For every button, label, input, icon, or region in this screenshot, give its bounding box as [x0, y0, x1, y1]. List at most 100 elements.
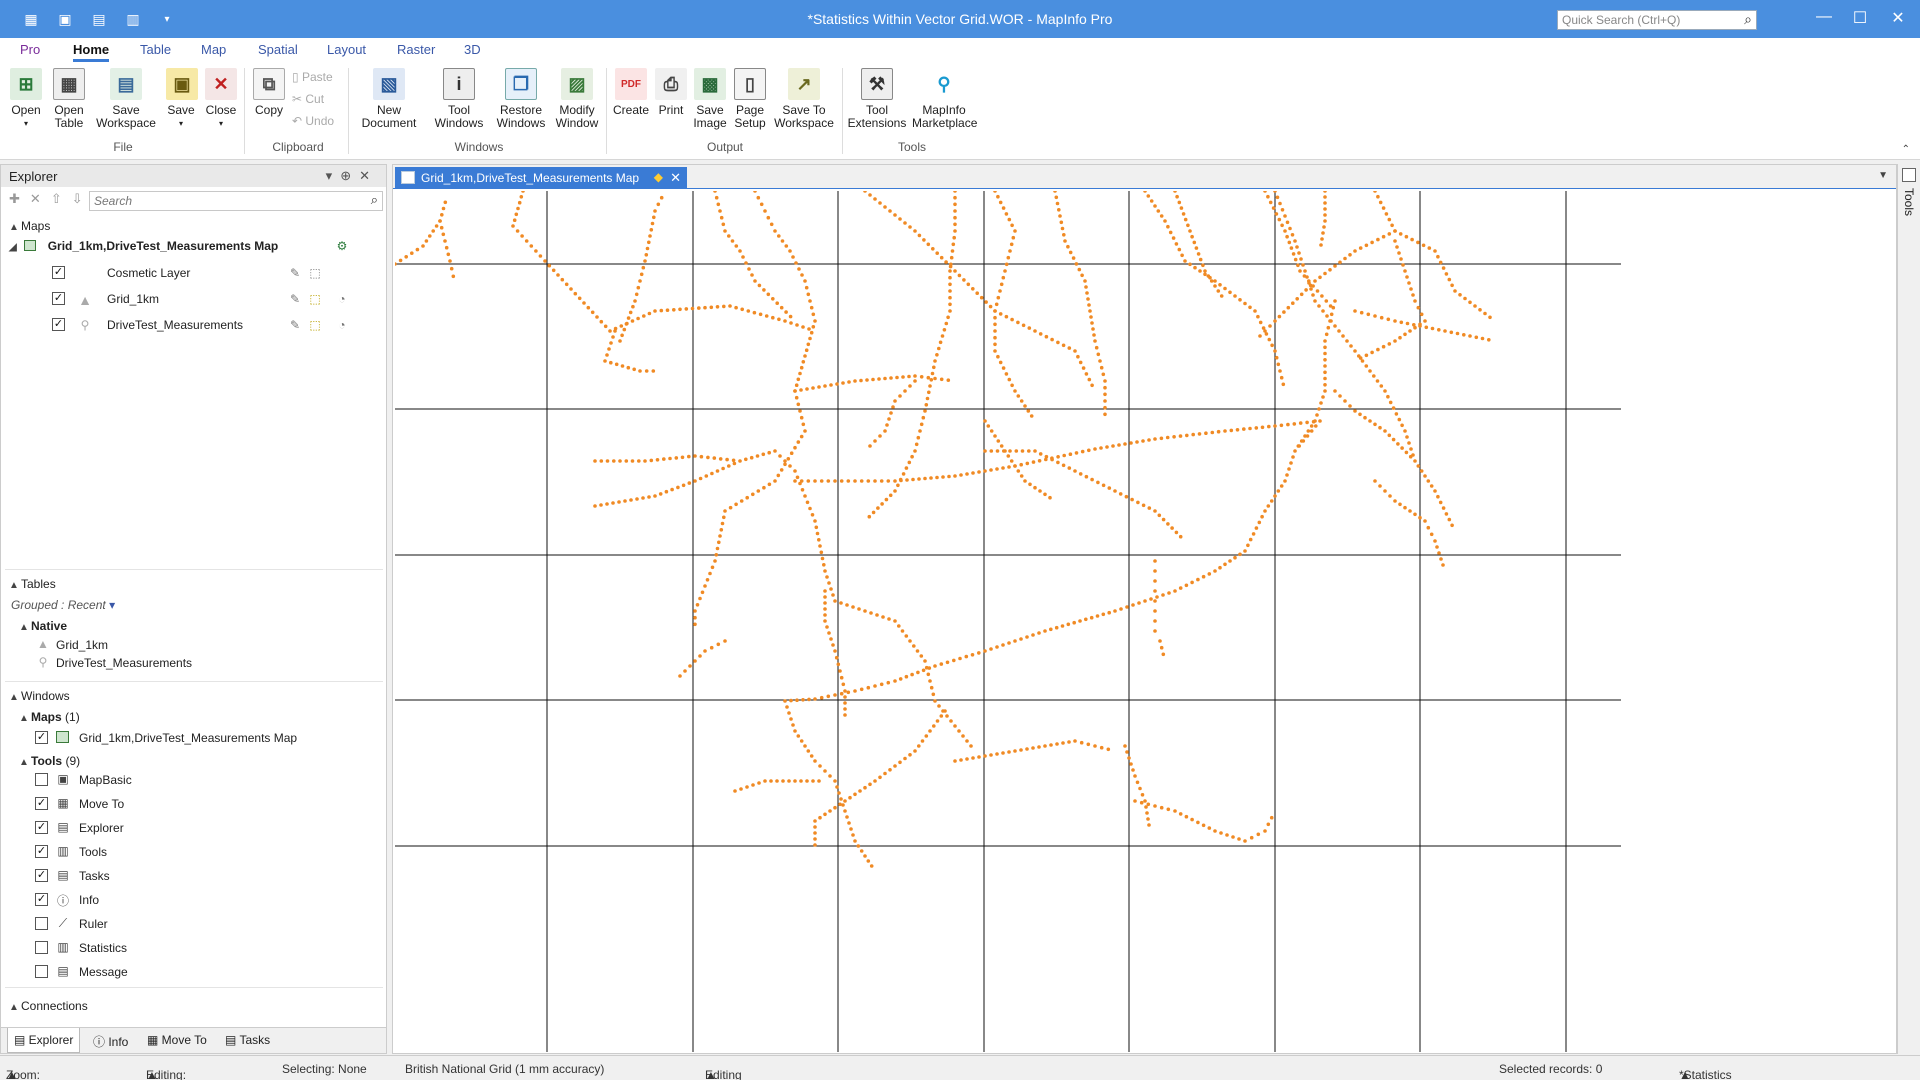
- measurement-point[interactable]: [1273, 424, 1277, 428]
- measurement-point[interactable]: [916, 670, 920, 675]
- measurement-point[interactable]: [1408, 329, 1412, 333]
- measurement-point[interactable]: [883, 771, 887, 776]
- measurement-point[interactable]: [1323, 201, 1327, 205]
- selectable-icon[interactable]: ⬚: [307, 292, 323, 306]
- measurement-point[interactable]: [952, 658, 956, 663]
- measurement-point[interactable]: [959, 473, 963, 477]
- measurement-point[interactable]: [1311, 293, 1315, 297]
- measurement-point[interactable]: [1393, 499, 1397, 503]
- measurement-point[interactable]: [1175, 194, 1179, 199]
- measurement-point[interactable]: [1088, 309, 1092, 313]
- measurement-point[interactable]: [1188, 262, 1192, 267]
- measurement-point[interactable]: [1153, 569, 1157, 573]
- measurement-point[interactable]: [1397, 417, 1402, 422]
- measurement-point[interactable]: [1358, 412, 1362, 417]
- measurement-point[interactable]: [766, 292, 771, 297]
- measurement-point[interactable]: [727, 464, 731, 468]
- measurement-point[interactable]: [620, 333, 624, 338]
- measurement-point[interactable]: [910, 454, 914, 459]
- measurement-point[interactable]: [1192, 240, 1197, 245]
- measurement-point[interactable]: [1103, 412, 1107, 417]
- measurement-point[interactable]: [1396, 442, 1400, 446]
- measurement-point[interactable]: [1080, 273, 1084, 278]
- measurement-point[interactable]: [1228, 559, 1232, 563]
- measurement-point[interactable]: [878, 775, 882, 780]
- measurement-point[interactable]: [1433, 539, 1437, 543]
- measurement-point[interactable]: [836, 662, 841, 667]
- measurement-point[interactable]: [1068, 250, 1073, 255]
- measurement-point[interactable]: [713, 559, 717, 563]
- measurement-point[interactable]: [617, 500, 621, 504]
- measurement-point[interactable]: [803, 429, 807, 433]
- measurement-point[interactable]: [599, 459, 604, 463]
- measurement-point[interactable]: [614, 362, 619, 367]
- measurement-point[interactable]: [1293, 239, 1297, 243]
- measurement-point[interactable]: [1323, 195, 1327, 199]
- measurement-point[interactable]: [806, 479, 811, 483]
- measurement-point[interactable]: [1450, 283, 1454, 288]
- measurement-point[interactable]: [818, 544, 822, 548]
- measurement-point[interactable]: [1207, 572, 1212, 576]
- measurement-point[interactable]: [939, 377, 944, 382]
- measurement-point[interactable]: [1323, 345, 1327, 350]
- measurement-point[interactable]: [662, 457, 666, 461]
- measurement-point[interactable]: [920, 739, 925, 743]
- measurement-point[interactable]: [1419, 312, 1424, 317]
- measurement-point[interactable]: [948, 269, 952, 273]
- measurement-point[interactable]: [624, 322, 629, 326]
- close-button[interactable]: ✕ Close ▾: [204, 68, 238, 130]
- measurement-point[interactable]: [1387, 433, 1392, 438]
- measurement-point[interactable]: [1143, 599, 1147, 603]
- measurement-point[interactable]: [933, 359, 937, 363]
- measurement-point[interactable]: [1364, 353, 1369, 358]
- measurement-point[interactable]: [996, 295, 1001, 300]
- measurement-point[interactable]: [945, 714, 949, 718]
- measurement-point[interactable]: [780, 239, 785, 243]
- tab-list-dropdown-icon[interactable]: ▼: [1878, 170, 1888, 181]
- measurement-point[interactable]: [1016, 320, 1020, 325]
- measurement-point[interactable]: [1433, 489, 1437, 493]
- measurement-point[interactable]: [809, 305, 814, 310]
- measurement-point[interactable]: [1368, 419, 1372, 423]
- measurement-point[interactable]: [1117, 443, 1121, 447]
- measurement-point[interactable]: [703, 584, 707, 588]
- measurement-point[interactable]: [893, 619, 897, 623]
- measurement-point[interactable]: [789, 698, 793, 703]
- measurement-point[interactable]: [1218, 565, 1222, 570]
- measurement-point[interactable]: [1194, 246, 1199, 250]
- measurement-point[interactable]: [1089, 615, 1094, 620]
- measurement-point[interactable]: [1216, 429, 1221, 434]
- measurement-point[interactable]: [1248, 426, 1252, 431]
- measurement-point[interactable]: [512, 218, 517, 222]
- measurement-point[interactable]: [783, 319, 787, 323]
- measurement-point[interactable]: [813, 319, 817, 323]
- measurement-point[interactable]: [1435, 545, 1439, 549]
- measurement-point[interactable]: [1093, 339, 1097, 343]
- measurement-point[interactable]: [1320, 294, 1324, 298]
- measurement-point[interactable]: [622, 327, 627, 332]
- measurement-point[interactable]: [799, 779, 803, 783]
- measurement-point[interactable]: [883, 205, 887, 209]
- measurement-point[interactable]: [1281, 382, 1286, 387]
- measurement-point[interactable]: [888, 768, 892, 772]
- measurement-point[interactable]: [1320, 237, 1324, 241]
- measurement-point[interactable]: [769, 222, 774, 227]
- measurement-point[interactable]: [893, 679, 897, 683]
- measurement-point[interactable]: [823, 613, 827, 617]
- measurement-point[interactable]: [796, 402, 801, 407]
- measurement-point[interactable]: [1213, 284, 1217, 288]
- measurement-point[interactable]: [1147, 506, 1152, 510]
- measurement-point[interactable]: [859, 378, 863, 383]
- measurement-point[interactable]: [799, 388, 803, 392]
- measurement-point[interactable]: [1174, 242, 1179, 246]
- measurement-point[interactable]: [1186, 223, 1190, 228]
- measurement-point[interactable]: [1260, 425, 1265, 430]
- measurement-point[interactable]: [1333, 324, 1337, 328]
- edit-pencil-icon[interactable]: ✎: [287, 266, 303, 280]
- measurement-point[interactable]: [921, 415, 926, 420]
- measurement-point[interactable]: [1386, 394, 1390, 399]
- measurement-point[interactable]: [699, 454, 704, 459]
- measurement-point[interactable]: [1149, 597, 1153, 601]
- measurement-point[interactable]: [1274, 212, 1279, 216]
- measurement-point[interactable]: [1266, 504, 1271, 508]
